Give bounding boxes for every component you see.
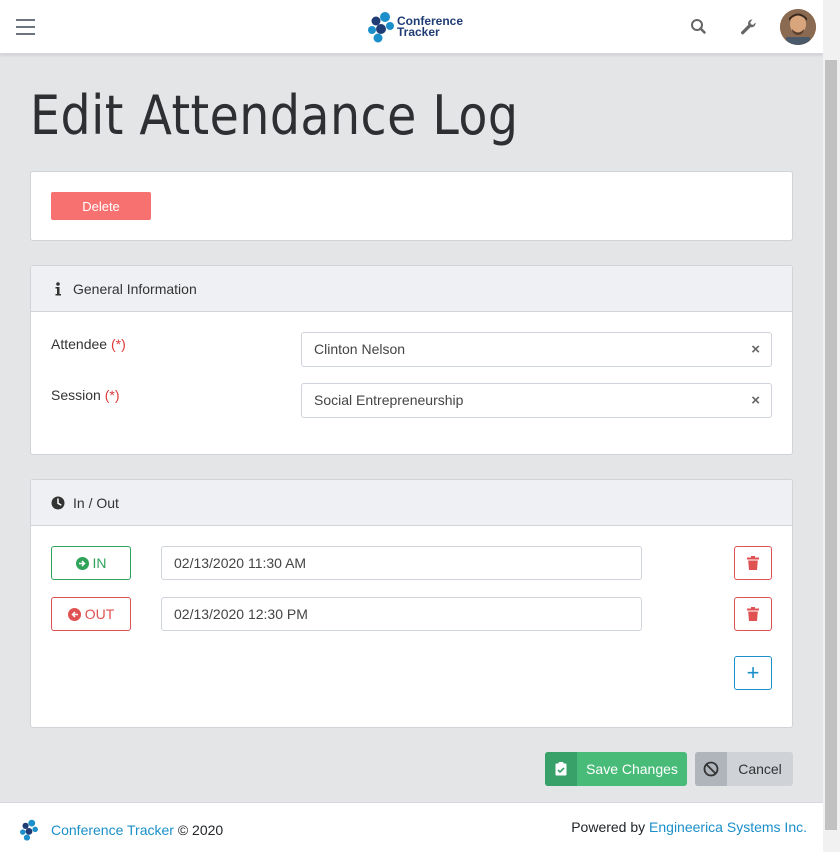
logo-text-line2: Tracker (397, 25, 440, 39)
attendee-value: Clinton Nelson (314, 341, 406, 357)
scrollbar-thumb[interactable] (825, 60, 837, 830)
in-out-card: In / Out IN OUT + (30, 479, 793, 728)
top-navbar: Conference Tracker (0, 0, 823, 54)
scrollbar[interactable] (823, 0, 840, 852)
in-type-label: IN (92, 555, 107, 571)
add-entry-button[interactable]: + (734, 656, 772, 690)
footer-company-link[interactable]: Engineerica Systems Inc. (649, 819, 807, 835)
general-information-card: General Information Attendee (*) Clinton… (30, 265, 793, 455)
required-mark: (*) (110, 336, 126, 352)
out-type-label: OUT (84, 606, 115, 622)
arrow-left-circle-icon (67, 607, 81, 621)
out-time-input[interactable] (161, 597, 642, 631)
arrow-right-circle-icon (75, 556, 89, 570)
session-value: Social Entrepreneurship (314, 392, 464, 408)
required-mark: (*) (104, 387, 120, 403)
page-title: Edit Attendance Log (30, 84, 519, 147)
delete-button[interactable]: Delete (51, 192, 151, 220)
ban-icon (695, 752, 727, 786)
save-changes-label: Save Changes (586, 761, 678, 777)
cancel-button[interactable]: Cancel (695, 752, 793, 786)
in-out-header: In / Out (31, 480, 792, 526)
footer-brand-link[interactable]: Conference Tracker (51, 822, 174, 838)
menu-icon[interactable] (16, 19, 35, 35)
general-information-title: General Information (73, 280, 197, 297)
attendee-label: Attendee (*) (51, 336, 126, 352)
delete-in-entry-button[interactable] (734, 546, 772, 580)
clock-icon (51, 496, 65, 510)
footer-logo-icon (20, 819, 38, 841)
in-type-button[interactable]: IN (51, 546, 131, 580)
general-information-header: General Information (31, 266, 792, 312)
app-logo[interactable]: Conference Tracker (366, 11, 463, 43)
in-time-input[interactable] (161, 546, 642, 580)
cancel-label: Cancel (738, 761, 782, 777)
session-label: Session (*) (51, 387, 120, 403)
trash-icon (747, 556, 759, 570)
session-select[interactable]: Social Entrepreneurship × (301, 383, 772, 418)
info-icon (51, 281, 65, 296)
actions-card: Delete (30, 171, 793, 241)
out-type-button[interactable]: OUT (51, 597, 131, 631)
footer-powered-by: Powered by (571, 819, 646, 835)
session-clear-icon[interactable]: × (751, 384, 760, 417)
delete-out-entry-button[interactable] (734, 597, 772, 631)
search-icon[interactable] (689, 17, 709, 37)
footer: Conference Tracker © 2020 Powered by Eng… (0, 802, 823, 852)
attendee-select[interactable]: Clinton Nelson × (301, 332, 772, 367)
trash-icon (747, 607, 759, 621)
attendee-clear-icon[interactable]: × (751, 333, 760, 366)
save-changes-button[interactable]: Save Changes (545, 752, 687, 786)
in-out-title: In / Out (73, 494, 119, 511)
plus-icon: + (746, 660, 760, 685)
wrench-icon[interactable] (738, 17, 758, 37)
logo-icon (366, 11, 396, 43)
avatar[interactable] (780, 9, 816, 45)
clipboard-check-icon (545, 752, 577, 786)
footer-copyright: © 2020 (177, 822, 224, 838)
